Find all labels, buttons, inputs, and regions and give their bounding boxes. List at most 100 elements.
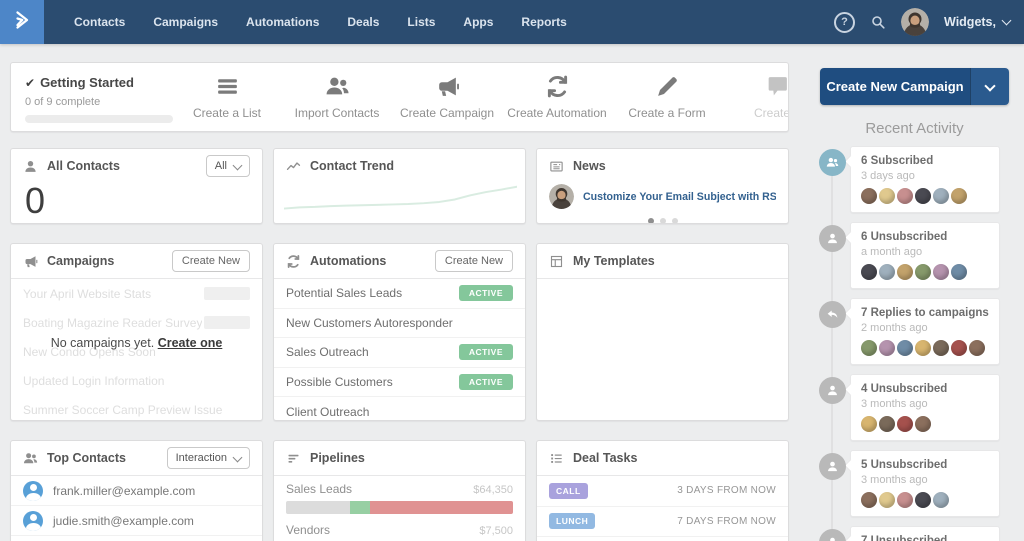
automations-title: Automations: [310, 254, 386, 268]
pipelines-list: Sales Leads $64,350 Vendors $7,500: [274, 476, 525, 541]
activity-item[interactable]: 5 Unsubscribed 3 months ago: [819, 450, 1019, 517]
megaphone-icon: [392, 72, 502, 99]
contact-avatar: [23, 511, 43, 531]
getting-started-action[interactable]: Create a List: [172, 72, 282, 120]
pipeline-value: $64,350: [473, 484, 513, 496]
deal-task-row[interactable]: CALL 3 DAYS FROM NOW: [537, 476, 788, 507]
activity-avatar: [915, 188, 931, 204]
dashboard: Contacts Campaigns Automations Deals Lis…: [0, 0, 1024, 541]
activity-item[interactable]: 4 Unsubscribed 3 months ago: [819, 374, 1019, 441]
automation-status-badge: ACTIVE: [459, 344, 513, 360]
chevron-down-icon: [233, 452, 243, 462]
activity-item[interactable]: 6 Subscribed 3 days ago: [819, 146, 1019, 213]
news-icon: [549, 159, 564, 174]
deal-task-row[interactable]: EMAIL 3 DAYS FROM NOW: [537, 537, 788, 541]
pipeline-name: Sales Leads: [286, 482, 352, 496]
activity-title: 7 Unsubscribed: [861, 535, 989, 541]
activity-avatar: [933, 340, 949, 356]
search-icon[interactable]: [870, 14, 886, 30]
activity-avatar: [879, 264, 895, 280]
nav-item[interactable]: Campaigns: [139, 0, 232, 44]
activity-item[interactable]: 7 Unsubscribed 4 months ago: [819, 526, 1019, 541]
getting-started-action[interactable]: Create Automation: [502, 72, 612, 120]
news-headline-link[interactable]: Customize Your Email Subject with RSS Co…: [583, 191, 776, 203]
getting-started-action[interactable]: Import Contacts: [282, 72, 392, 120]
pipeline-row[interactable]: Sales Leads $64,350: [286, 482, 513, 514]
contact-trend-title: Contact Trend: [310, 159, 394, 173]
nav-item[interactable]: Contacts: [60, 0, 139, 44]
contact-email: judie.smith@example.com: [53, 514, 194, 528]
activity-item[interactable]: 7 Replies to campaigns 2 months ago: [819, 298, 1019, 365]
deal-tasks-panel: Deal Tasks CALL 3 DAYS FROM NOW LUNCH 7 …: [536, 440, 789, 541]
activity-avatar: [915, 492, 931, 508]
news-dot[interactable]: [660, 218, 666, 224]
campaigns-create-new-button[interactable]: Create New: [172, 250, 250, 272]
activity-title: 6 Subscribed: [861, 155, 989, 167]
task-due-text: 3 DAYS FROM NOW: [677, 485, 776, 496]
all-contacts-title: All Contacts: [47, 159, 120, 173]
activity-marker-icon: [819, 225, 846, 252]
all-contacts-filter-dropdown[interactable]: All: [206, 155, 250, 177]
automation-row[interactable]: Sales Outreach ACTIVE: [274, 338, 525, 368]
app-logo[interactable]: [0, 0, 44, 44]
activity-avatars: [861, 492, 989, 508]
create-new-campaign-split-button: Create New Campaign: [820, 68, 1009, 105]
getting-started-action[interactable]: Create a: [722, 72, 789, 120]
create-campaign-dropdown-toggle[interactable]: [970, 68, 1009, 105]
activity-item[interactable]: 6 Unsubscribed a month ago: [819, 222, 1019, 289]
getting-started-action[interactable]: Create Campaign: [392, 72, 502, 120]
pipeline-row[interactable]: Vendors $7,500: [286, 523, 513, 541]
activity-time: a month ago: [861, 246, 989, 258]
activity-time: 3 months ago: [861, 398, 989, 410]
contact-row[interactable]: jack.jones@example.com: [11, 536, 262, 541]
campaigns-create-one-link[interactable]: Create one: [158, 336, 223, 350]
contact-row[interactable]: judie.smith@example.com: [11, 506, 262, 536]
trend-icon: [286, 159, 301, 174]
avatar-man-icon: [549, 184, 574, 209]
deal-task-row[interactable]: LUNCH 7 DAYS FROM NOW: [537, 507, 788, 538]
campaign-ghost-row: Summer Soccer Camp Preview Issue: [11, 395, 262, 421]
nav-item[interactable]: Lists: [393, 0, 449, 44]
nav-item[interactable]: Deals: [333, 0, 393, 44]
nav-item[interactable]: Automations: [232, 0, 333, 44]
filter-label: All: [215, 160, 227, 172]
top-contacts-title: Top Contacts: [47, 451, 126, 465]
deal-tasks-title: Deal Tasks: [573, 451, 637, 465]
avatar-man-icon: [901, 8, 929, 36]
activity-card: 7 Replies to campaigns 2 months ago: [850, 298, 1000, 365]
pipeline-segment: [350, 501, 370, 514]
all-contacts-panel: All Contacts All 0: [10, 148, 263, 224]
activity-marker-icon: [819, 377, 846, 404]
nav-right: ? Widgets,: [834, 8, 1024, 36]
contact-avatar: [23, 481, 43, 501]
automation-status-badge: ACTIVE: [459, 374, 513, 390]
news-dot[interactable]: [648, 218, 654, 224]
activity-title: 6 Unsubscribed: [861, 231, 989, 243]
user-menu[interactable]: Widgets,: [944, 15, 1010, 29]
person-icon: [23, 159, 38, 174]
nav-item[interactable]: Reports: [507, 0, 580, 44]
automations-create-new-button[interactable]: Create New: [435, 250, 513, 272]
automation-row[interactable]: New Customers Autoresponder: [274, 309, 525, 339]
activity-avatars: [861, 188, 989, 204]
automation-row[interactable]: Client Outreach: [274, 397, 525, 421]
task-due-text: 7 DAYS FROM NOW: [677, 516, 776, 527]
activity-avatars: [861, 264, 989, 280]
task-type-badge: CALL: [549, 483, 588, 499]
getting-started-action[interactable]: Create a Form: [612, 72, 722, 120]
activity-avatar: [897, 340, 913, 356]
getting-started-title: Getting Started: [40, 75, 134, 90]
campaigns-empty-text: No campaigns yet.: [51, 336, 155, 350]
news-dot[interactable]: [672, 218, 678, 224]
user-avatar[interactable]: [901, 8, 929, 36]
top-contacts-filter-dropdown[interactable]: Interaction: [167, 447, 250, 469]
nav-item[interactable]: Apps: [449, 0, 507, 44]
getting-started-summary: ✔Getting Started 0 of 9 complete: [25, 74, 173, 123]
activity-card: 6 Subscribed 3 days ago: [850, 146, 1000, 213]
create-new-campaign-button[interactable]: Create New Campaign: [820, 68, 970, 105]
automation-row[interactable]: Possible Customers ACTIVE: [274, 368, 525, 398]
template-icon: [549, 254, 564, 269]
contact-row[interactable]: frank.miller@example.com: [11, 476, 262, 506]
help-icon[interactable]: ?: [834, 12, 855, 33]
automation-row[interactable]: Potential Sales Leads ACTIVE: [274, 279, 525, 309]
